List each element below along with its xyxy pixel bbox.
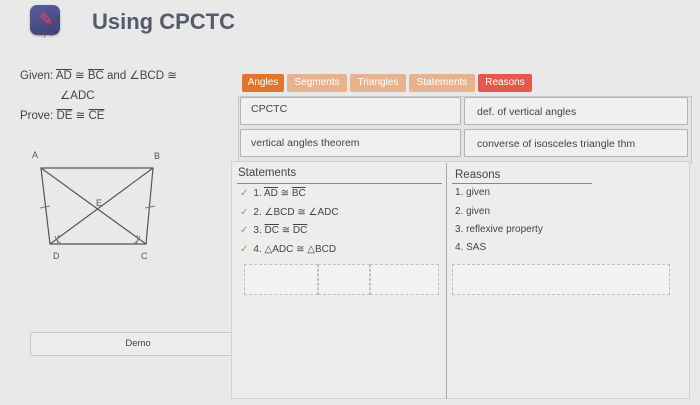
- tab-reasons[interactable]: Reasons: [478, 74, 532, 92]
- statement-text: △ADC ≅ △BCD: [264, 243, 337, 255]
- vertex-d-label: D: [53, 251, 60, 261]
- statement-text: AD: [263, 188, 278, 199]
- choice-converse-isosceles[interactable]: converse of isosceles triangle thm: [464, 129, 688, 157]
- reason-1: 1. given: [455, 187, 491, 198]
- segment-de: DE: [56, 110, 73, 122]
- reason-drop-slot[interactable]: [452, 264, 670, 295]
- prove-label: Prove:: [20, 110, 54, 122]
- statement-3: ✓ 3. DC ≅ DC: [240, 222, 339, 241]
- statement-text: ∠BCD ≅ ∠ADC: [264, 206, 339, 218]
- angle-adc: ∠ADC: [60, 90, 95, 102]
- tab-triangles[interactable]: Triangles: [350, 74, 406, 92]
- tab-segments[interactable]: Segments: [287, 74, 347, 92]
- statement-number: 2.: [253, 206, 265, 218]
- segment-ad: AD: [55, 70, 72, 82]
- statement-1: ✓ 1. AD ≅ BC: [240, 185, 339, 204]
- check-icon: ✓: [240, 206, 249, 218]
- choice-cpctc[interactable]: CPCTC: [240, 97, 461, 125]
- statement-number: 1.: [253, 188, 264, 199]
- point-e-label: E: [96, 198, 102, 208]
- statement-2: ✓ 2. ∠BCD ≅ ∠ADC: [240, 204, 339, 223]
- problem-statement: Given: AD ≅ BC and ∠BCD ≅ ∠ADC Prove: DE…: [20, 70, 177, 122]
- statement-text: DC: [264, 225, 279, 236]
- statement-number: 4.: [253, 243, 265, 255]
- statement-text: ≅: [278, 225, 293, 236]
- geometry-diagram: A B C D E: [32, 150, 160, 261]
- tab-angles[interactable]: Angles: [242, 74, 284, 92]
- statement-drop-slot-3[interactable]: [370, 264, 439, 295]
- statement-4: ✓ 4. △ADC ≅ △BCD: [240, 241, 339, 260]
- choice-def-vertical-angles[interactable]: def. of vertical angles: [464, 97, 688, 125]
- statement-list: ✓ 1. AD ≅ BC ✓ 2. ∠BCD ≅ ∠ADC ✓ 3. DC ≅ DC ✓ 4.…: [240, 185, 339, 259]
- statements-header: Statements: [238, 167, 297, 179]
- reasons-header: Reasons: [455, 169, 501, 181]
- pencil-icon: ✎: [39, 10, 54, 29]
- check-icon: ✓: [240, 225, 249, 236]
- statement-text: DC: [292, 225, 308, 236]
- angle-bcd: ∠BCD ≅: [129, 70, 177, 82]
- tab-statements[interactable]: Statements: [409, 74, 475, 92]
- choice-vertical-angles-theorem[interactable]: vertical angles theorem: [240, 129, 461, 157]
- page-title: Using CPCTC: [92, 9, 235, 34]
- check-icon: ✓: [240, 188, 249, 199]
- demo-button[interactable]: Demo: [30, 332, 246, 356]
- column-divider: [446, 163, 447, 399]
- statement-text: ≅: [277, 188, 292, 199]
- statement-drop-slot-1[interactable]: [244, 264, 318, 295]
- logo-caption: Try It: [37, 31, 53, 38]
- segment-ce: CE: [88, 110, 105, 122]
- reason-3: 3. reflexive property: [455, 224, 543, 235]
- given-label: Given:: [20, 70, 54, 82]
- segment-bc: BC: [87, 70, 104, 82]
- vertex-a-label: A: [32, 150, 38, 160]
- check-icon: ✓: [240, 243, 249, 255]
- statement-text: BC: [291, 188, 306, 199]
- reasons-underline: [452, 183, 592, 184]
- statements-underline: [237, 183, 442, 184]
- vertex-c-label: C: [141, 251, 148, 261]
- reason-4: 4. SAS: [455, 242, 487, 253]
- reason-2: 2. given: [455, 206, 491, 217]
- statement-drop-slot-2[interactable]: [318, 264, 370, 295]
- statement-number: 3.: [253, 225, 265, 236]
- vertex-b-label: B: [154, 151, 160, 161]
